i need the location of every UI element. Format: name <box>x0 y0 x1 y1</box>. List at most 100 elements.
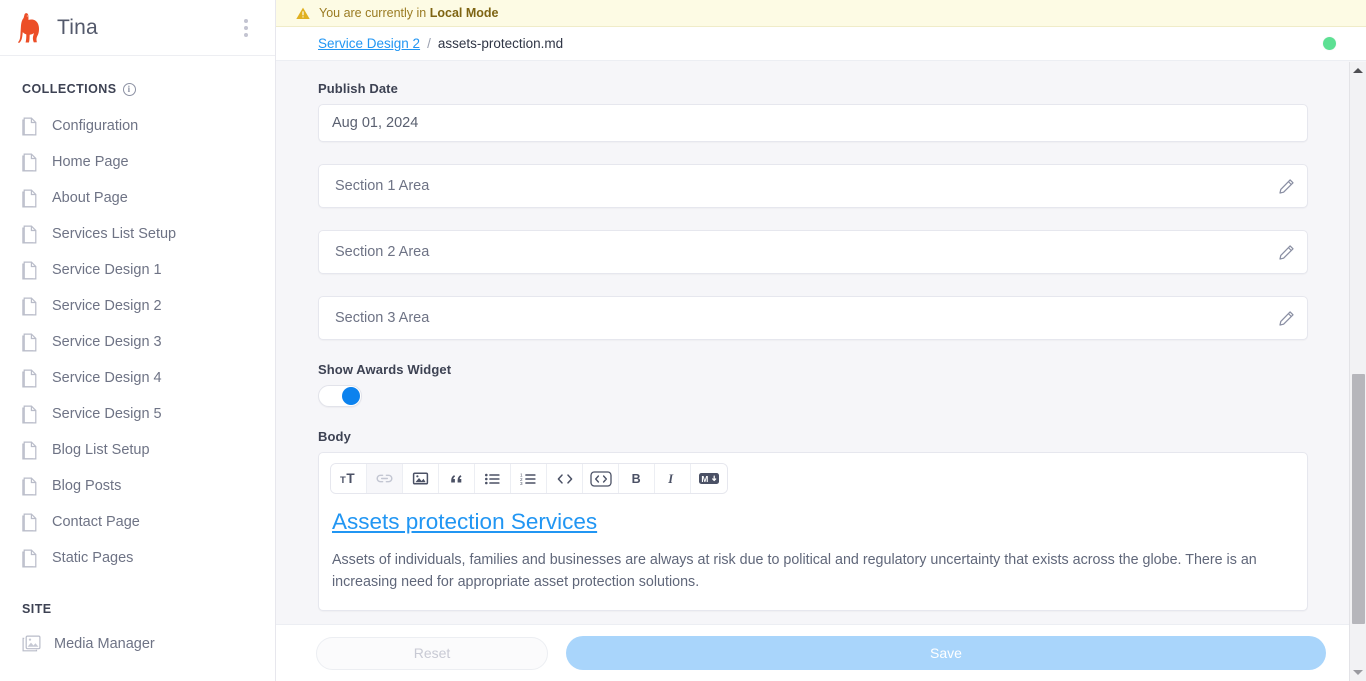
document-icon <box>22 333 37 351</box>
sidebar-header: Tina <box>0 0 275 56</box>
app-root: Tina COLLECTIONS i Configuration Home Pag… <box>0 0 1366 681</box>
sidebar-item-contact-page[interactable]: Contact Page <box>0 504 275 540</box>
local-mode-prefix: You are currently in <box>319 6 430 20</box>
sidebar-item-blog-posts[interactable]: Blog Posts <box>0 468 275 504</box>
warning-triangle-icon <box>296 7 310 19</box>
breadcrumb: Service Design 2 / assets-protection.md <box>276 27 1366 61</box>
breadcrumb-current: assets-protection.md <box>437 36 564 51</box>
sidebar-item-media-manager[interactable]: Media Manager <box>0 626 275 662</box>
media-image-icon <box>22 635 41 652</box>
editor-numbered-list-icon[interactable]: 123 <box>511 464 547 493</box>
main-panel: You are currently in Local Mode Service … <box>276 0 1366 681</box>
sidebar-item-label: Services List Setup <box>52 226 177 242</box>
body-label: Body <box>318 429 351 444</box>
sidebar-item-service-design-2[interactable]: Service Design 2 <box>0 288 275 324</box>
scrollbar-thumb[interactable] <box>1351 374 1365 624</box>
document-icon <box>22 513 37 531</box>
svg-text:3: 3 <box>520 481 523 486</box>
scroll-up-arrow-icon[interactable] <box>1350 62 1366 79</box>
editor-code-block-icon[interactable] <box>583 464 619 493</box>
scroll-down-arrow-icon[interactable] <box>1350 664 1366 681</box>
collections-heading: COLLECTIONS i <box>0 82 275 96</box>
site-heading: SITE <box>0 602 275 616</box>
sidebar-item-label: Service Design 5 <box>52 406 162 422</box>
editor-bulleted-list-icon[interactable] <box>475 464 511 493</box>
sidebar-item-service-design-5[interactable]: Service Design 5 <box>0 396 275 432</box>
document-icon <box>22 261 37 279</box>
sidebar-item-label: Service Design 2 <box>52 298 162 314</box>
show-awards-widget-toggle[interactable] <box>318 385 362 407</box>
section-row-1[interactable]: Section 1 Area <box>318 164 1308 208</box>
section-row-2[interactable]: Section 2 Area <box>318 230 1308 274</box>
editor-image-icon[interactable] <box>403 464 439 493</box>
section-row-label: Section 2 Area <box>335 244 430 260</box>
breadcrumb-separator: / <box>427 36 431 51</box>
sidebar-item-service-design-1[interactable]: Service Design 1 <box>0 252 275 288</box>
sidebar-item-label: Blog List Setup <box>52 442 150 458</box>
llama-logo-icon <box>18 12 39 43</box>
sidebar-item-about-page[interactable]: About Page <box>0 180 275 216</box>
svg-text:M: M <box>701 474 708 484</box>
editor-heading-icon[interactable]: TT <box>331 464 367 493</box>
vertical-scrollbar[interactable] <box>1349 62 1366 681</box>
publish-date-input[interactable]: Aug 01, 2024 <box>318 104 1308 142</box>
sidebar-item-static-pages[interactable]: Static Pages <box>0 540 275 576</box>
sidebar-item-service-design-3[interactable]: Service Design 3 <box>0 324 275 360</box>
editor-markdown-icon[interactable]: M <box>691 464 727 493</box>
sidebar-item-configuration[interactable]: Configuration <box>0 108 275 144</box>
breadcrumb-parent-link[interactable]: Service Design 2 <box>318 36 420 51</box>
section-row-label: Section 1 Area <box>335 178 430 194</box>
sidebar-item-service-design-4[interactable]: Service Design 4 <box>0 360 275 396</box>
body-heading-link[interactable]: Assets protection Services <box>332 509 1296 535</box>
document-icon <box>22 441 37 459</box>
sidebar-item-label: Media Manager <box>54 636 155 652</box>
editor-italic-icon[interactable]: I <box>655 464 691 493</box>
editor-link-icon <box>367 464 403 493</box>
body-editor[interactable]: TT 123 B I M Assets protection Services Asse… <box>318 452 1308 611</box>
sidebar-item-label: Service Design 1 <box>52 262 162 278</box>
collections-heading-label: COLLECTIONS <box>22 82 117 96</box>
collections-list: Configuration Home Page About Page Services… <box>0 108 275 576</box>
svg-text:I: I <box>667 472 674 486</box>
awards-toggle-group: Show Awards Widget <box>318 362 1308 407</box>
editor-quote-icon[interactable] <box>439 464 475 493</box>
form-area: Publish Date Aug 01, 2024 Section 1 Area… <box>276 61 1366 624</box>
site-list: Media Manager <box>0 626 275 662</box>
svg-text:T: T <box>340 475 346 486</box>
document-icon <box>22 117 37 135</box>
scrollbar-track[interactable] <box>1350 79 1366 664</box>
pencil-icon[interactable] <box>1278 244 1295 261</box>
sidebar-item-label: Home Page <box>52 154 129 170</box>
document-icon <box>22 369 37 387</box>
body-paragraph: Assets of individuals, families and busi… <box>332 552 1257 590</box>
brand[interactable]: Tina <box>18 12 233 43</box>
sidebar-item-home-page[interactable]: Home Page <box>0 144 275 180</box>
document-icon <box>22 549 37 567</box>
form-footer: Reset Save <box>276 624 1366 681</box>
sidebar-item-blog-list-setup[interactable]: Blog List Setup <box>0 432 275 468</box>
section-row-3[interactable]: Section 3 Area <box>318 296 1308 340</box>
sidebar-item-label: Contact Page <box>52 514 140 530</box>
editor-inline-code-icon[interactable] <box>547 464 583 493</box>
publish-date-label: Publish Date <box>318 81 398 96</box>
sidebar-item-services-list-setup[interactable]: Services List Setup <box>0 216 275 252</box>
info-icon[interactable]: i <box>122 82 136 96</box>
local-mode-text: You are currently in Local Mode <box>319 6 498 20</box>
sidebar: Tina COLLECTIONS i Configuration Home Pag… <box>0 0 276 681</box>
document-icon <box>22 405 37 423</box>
sidebar-nav: COLLECTIONS i Configuration Home Page Abou… <box>0 56 275 681</box>
document-icon <box>22 225 37 243</box>
sidebar-item-label: Configuration <box>52 118 139 134</box>
document-icon <box>22 189 37 207</box>
editor-bold-icon[interactable]: B <box>619 464 655 493</box>
editor-toolbar: TT 123 B I M <box>330 463 728 494</box>
save-button[interactable]: Save <box>566 636 1326 670</box>
kebab-menu-icon[interactable] <box>233 15 259 41</box>
document-icon <box>22 297 37 315</box>
sidebar-item-label: Blog Posts <box>52 478 122 494</box>
reset-button[interactable]: Reset <box>316 636 548 670</box>
pencil-icon[interactable] <box>1278 178 1295 195</box>
local-mode-banner: You are currently in Local Mode <box>276 0 1366 27</box>
pencil-icon[interactable] <box>1278 310 1295 327</box>
sidebar-item-label: About Page <box>52 190 128 206</box>
